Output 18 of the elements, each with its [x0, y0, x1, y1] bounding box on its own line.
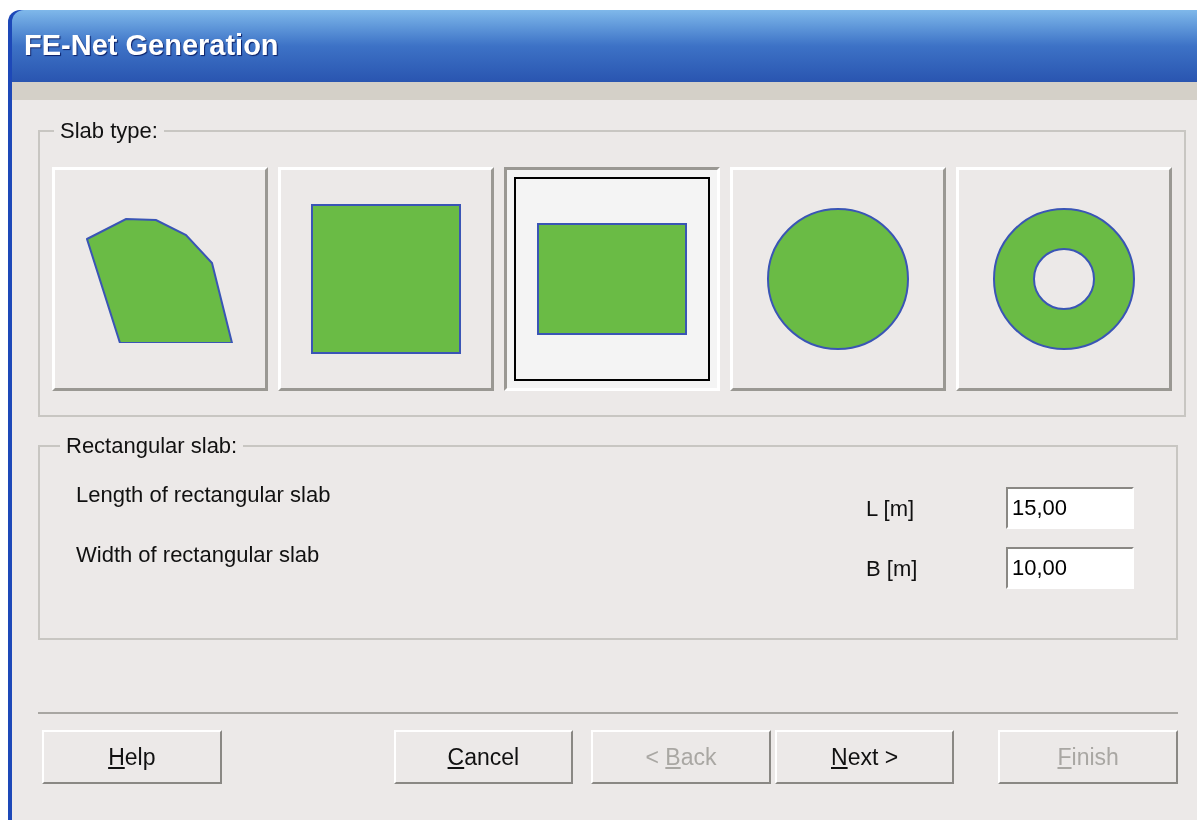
window-title: FE-Net Generation: [24, 28, 279, 64]
dialog-button[interactable]: Next >: [774, 730, 955, 784]
group-label: Rectangular slab:: [65, 432, 239, 460]
rectangle-shape-icon: [537, 223, 687, 335]
slab-type-button[interactable]: [504, 167, 720, 391]
ring-shape-icon: [992, 207, 1136, 351]
unit-label: B [m]: [866, 554, 919, 583]
square-shape-icon: [311, 204, 461, 354]
dialog-button[interactable]: Help: [42, 730, 222, 784]
dialog-button[interactable]: Cancel: [393, 730, 574, 784]
group-label: Slab type:: [59, 117, 159, 145]
polygon-shape-icon: [86, 215, 234, 343]
field-description: Width of rectangular slab: [76, 541, 321, 569]
field-description: Length of rectangular slab: [76, 481, 332, 509]
input-field[interactable]: 10,00: [1006, 547, 1134, 589]
input-field[interactable]: 15,00: [1006, 487, 1134, 529]
unit-label: L [m]: [866, 494, 916, 523]
circle-shape-icon: [766, 207, 910, 351]
